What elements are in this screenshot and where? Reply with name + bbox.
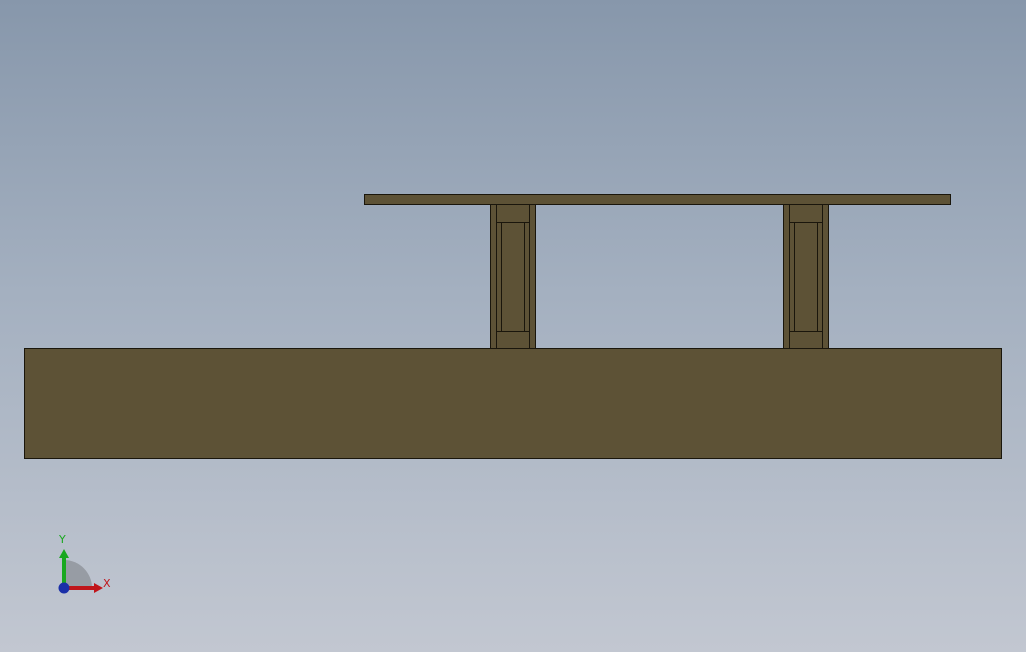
top-plate[interactable] (364, 194, 951, 205)
x-axis-arrowhead (94, 583, 103, 593)
triad-quadrant-shade (64, 560, 92, 588)
coordinate-triad: Y X (50, 528, 120, 600)
base-plate[interactable] (24, 348, 1002, 459)
left-support-slot (501, 222, 525, 332)
z-axis-dot (58, 582, 70, 594)
x-axis-label: X (103, 577, 111, 590)
model-drawing[interactable] (0, 0, 1026, 652)
right-support-slot (794, 222, 818, 332)
left-support[interactable] (490, 204, 536, 349)
y-axis-label: Y (59, 533, 66, 546)
graphics-viewport[interactable]: Y X (0, 0, 1026, 652)
y-axis-arrowhead (59, 549, 69, 558)
right-support[interactable] (783, 204, 829, 349)
